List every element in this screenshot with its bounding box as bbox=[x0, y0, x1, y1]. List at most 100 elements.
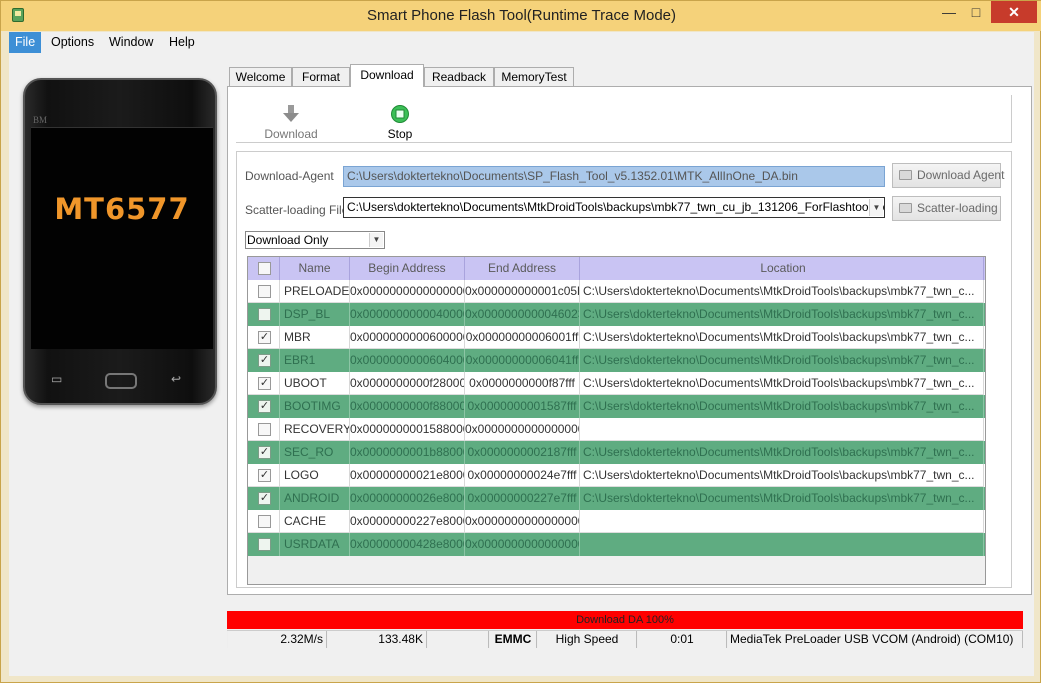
table-row[interactable]: RECOVERY 0x0000000001588000 0x000000000000… bbox=[248, 418, 985, 441]
chevron-down-icon[interactable]: ▼ bbox=[869, 199, 883, 216]
partition-name: EBR1 bbox=[280, 349, 350, 372]
location[interactable]: C:\Users\doktertekno\Documents\MtkDroidT… bbox=[580, 349, 984, 372]
row-checkbox-cell[interactable]: ✓ bbox=[248, 372, 280, 395]
menu-options[interactable]: Options bbox=[45, 32, 100, 53]
phone-screen bbox=[31, 127, 213, 349]
location[interactable]: C:\Users\doktertekno\Documents\MtkDroidT… bbox=[580, 372, 984, 395]
row-checkbox[interactable]: ✓ bbox=[258, 354, 271, 367]
row-checkbox-cell[interactable]: ✓ bbox=[248, 464, 280, 487]
app-window: Smart Phone Flash Tool(Runtime Trace Mod… bbox=[0, 0, 1041, 683]
location[interactable]: C:\Users\doktertekno\Documents\MtkDroidT… bbox=[580, 441, 984, 464]
table-row[interactable]: DSP_BL 0x0000000000040000 0x00000000000460… bbox=[248, 303, 985, 326]
scatter-file-combo[interactable]: C:\Users\doktertekno\Documents\MtkDroidT… bbox=[343, 197, 885, 218]
row-checkbox-cell[interactable] bbox=[248, 510, 280, 533]
select-all-header[interactable] bbox=[248, 257, 280, 280]
chevron-down-icon[interactable]: ▼ bbox=[369, 233, 383, 247]
scatter-loading-button[interactable]: Scatter-loading bbox=[892, 196, 1001, 221]
title-bar: Smart Phone Flash Tool(Runtime Trace Mod… bbox=[1, 1, 1041, 31]
phone-model-label: MT6577 bbox=[54, 192, 190, 226]
download-agent-button-label: Download Agent bbox=[917, 168, 1005, 182]
row-checkbox[interactable] bbox=[258, 423, 271, 436]
row-checkbox[interactable] bbox=[258, 515, 271, 528]
table-row[interactable]: CACHE 0x00000000227e8000 0x000000000000000… bbox=[248, 510, 985, 533]
location[interactable] bbox=[580, 533, 984, 556]
row-checkbox-cell[interactable] bbox=[248, 280, 280, 303]
table-row[interactable]: ✓ SEC_RO 0x0000000001b88000 0x0000000002187… bbox=[248, 441, 985, 464]
tab-welcome[interactable]: Welcome bbox=[229, 67, 292, 86]
row-checkbox-cell[interactable] bbox=[248, 533, 280, 556]
end-address: 0x0000000000046023 bbox=[465, 303, 580, 326]
table-row[interactable]: ✓ BOOTIMG 0x0000000000f88000 0x000000000158… bbox=[248, 395, 985, 418]
tab-memorytest[interactable]: MemoryTest bbox=[494, 67, 574, 86]
table-row[interactable]: ✓ EBR1 0x0000000000604000 0x00000000006041f… bbox=[248, 349, 985, 372]
end-address: 0x0000000000f87fff bbox=[465, 372, 580, 395]
partition-name: BOOTIMG bbox=[280, 395, 350, 418]
minimize-button[interactable]: — bbox=[936, 1, 962, 23]
row-checkbox-cell[interactable] bbox=[248, 418, 280, 441]
column-header-begin-address[interactable]: Begin Address bbox=[350, 257, 465, 280]
partition-name: SEC_RO bbox=[280, 441, 350, 464]
download-mode-value: Download Only bbox=[247, 233, 329, 247]
column-header-end-address[interactable]: End Address bbox=[465, 257, 580, 280]
column-header-location[interactable]: Location bbox=[580, 257, 984, 280]
location[interactable]: C:\Users\doktertekno\Documents\MtkDroidT… bbox=[580, 487, 984, 510]
column-header-name[interactable]: Name bbox=[280, 257, 350, 280]
begin-address: 0x00000000428e8000 bbox=[350, 533, 465, 556]
begin-address: 0x0000000000f88000 bbox=[350, 395, 465, 418]
row-checkbox[interactable]: ✓ bbox=[258, 492, 271, 505]
table-row[interactable]: ✓ ANDROID 0x00000000026e8000 0x00000000227e… bbox=[248, 487, 985, 510]
table-row[interactable]: ✓ LOGO 0x00000000021e8000 0x00000000024e7ff… bbox=[248, 464, 985, 487]
location[interactable] bbox=[580, 510, 984, 533]
table-row[interactable]: USRDATA 0x00000000428e8000 0x0000000000000… bbox=[248, 533, 985, 556]
download-label: Download bbox=[264, 127, 318, 141]
row-checkbox-cell[interactable]: ✓ bbox=[248, 441, 280, 464]
menu-help[interactable]: Help bbox=[163, 32, 201, 53]
location[interactable]: C:\Users\doktertekno\Documents\MtkDroidT… bbox=[580, 326, 984, 349]
row-checkbox[interactable]: ✓ bbox=[258, 400, 271, 413]
back-key-icon: ↩ bbox=[171, 372, 182, 386]
location[interactable]: C:\Users\doktertekno\Documents\MtkDroidT… bbox=[580, 395, 984, 418]
row-checkbox-cell[interactable]: ✓ bbox=[248, 326, 280, 349]
row-checkbox[interactable] bbox=[258, 285, 271, 298]
row-checkbox[interactable] bbox=[258, 538, 271, 551]
row-checkbox-cell[interactable]: ✓ bbox=[248, 349, 280, 372]
row-checkbox-cell[interactable]: ✓ bbox=[248, 487, 280, 510]
table-row[interactable]: ✓ UBOOT 0x0000000000f28000 0x0000000000f87f… bbox=[248, 372, 985, 395]
location[interactable]: C:\Users\doktertekno\Documents\MtkDroidT… bbox=[580, 464, 984, 487]
begin-address: 0x0000000001b88000 bbox=[350, 441, 465, 464]
partition-name: LOGO bbox=[280, 464, 350, 487]
status-speed: 2.32M/s bbox=[227, 631, 327, 648]
row-checkbox-cell[interactable] bbox=[248, 303, 280, 326]
download-agent-button[interactable]: Download Agent bbox=[892, 163, 1005, 188]
status-storage: EMMC bbox=[489, 631, 537, 648]
select-all-checkbox[interactable] bbox=[258, 262, 271, 275]
row-checkbox[interactable] bbox=[258, 308, 271, 321]
menu-key-icon: ▭ bbox=[51, 372, 63, 386]
download-agent-path[interactable]: C:\Users\doktertekno\Documents\SP_Flash_… bbox=[343, 166, 885, 187]
location[interactable]: C:\Users\doktertekno\Documents\MtkDroidT… bbox=[580, 303, 984, 326]
table-row[interactable]: PRELOADER0x00000000000000000x00000000000… bbox=[248, 280, 985, 303]
menu-window[interactable]: Window bbox=[103, 32, 159, 53]
tab-format[interactable]: Format bbox=[292, 67, 350, 86]
download-mode-select[interactable]: Download Only ▼ bbox=[245, 231, 385, 249]
location[interactable] bbox=[580, 418, 984, 441]
scatter-loading-button-label: Scatter-loading bbox=[917, 201, 998, 215]
menu-file[interactable]: File bbox=[9, 32, 42, 53]
scatter-file-label: Scatter-loading File bbox=[245, 203, 349, 217]
row-checkbox[interactable]: ✓ bbox=[258, 331, 271, 344]
partition-name: MBR bbox=[280, 326, 350, 349]
row-checkbox-cell[interactable]: ✓ bbox=[248, 395, 280, 418]
tab-readback[interactable]: Readback bbox=[424, 67, 494, 86]
row-checkbox[interactable]: ✓ bbox=[258, 469, 271, 482]
row-checkbox[interactable]: ✓ bbox=[258, 377, 271, 390]
table-row[interactable]: ✓ MBR 0x0000000000600000 0x00000000006001ff… bbox=[248, 326, 985, 349]
location[interactable]: C:\Users\doktertekno\Documents\MtkDroidT… bbox=[580, 280, 984, 303]
row-checkbox[interactable]: ✓ bbox=[258, 446, 271, 459]
partition-name: CACHE bbox=[280, 510, 350, 533]
begin-address: 0x0000000000000000 bbox=[350, 280, 465, 303]
download-button[interactable]: Download bbox=[256, 95, 326, 143]
maximize-button[interactable]: □ bbox=[963, 1, 989, 23]
tab-download[interactable]: Download bbox=[350, 64, 424, 87]
stop-button[interactable]: Stop bbox=[365, 95, 435, 143]
close-button[interactable]: ✕ bbox=[991, 1, 1037, 23]
